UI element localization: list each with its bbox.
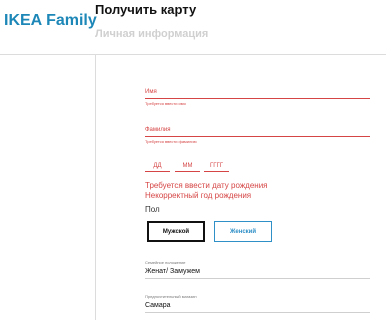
birth-month-underline <box>175 171 200 172</box>
marital-status-select[interactable]: Семейное положение Женат/ Замужем <box>145 260 370 279</box>
preferred-store-select[interactable]: Предпочтительный магазин Самара <box>145 294 370 313</box>
birth-day-placeholder: ДД <box>153 163 162 169</box>
marital-status-label: Семейное положение <box>145 260 186 265</box>
page-title: Получить карту <box>95 2 197 17</box>
preferred-store-label: Предпочтительный магазин <box>145 294 197 299</box>
first-name-field[interactable]: Имя Требуется ввести имя <box>145 88 370 107</box>
section-title: Личная информация <box>95 28 209 40</box>
birth-date-error-invalid: Некорректный год рождения <box>145 191 252 200</box>
header-divider <box>0 54 386 55</box>
preferred-store-value[interactable]: Самара <box>145 301 370 311</box>
birth-month-input[interactable]: ММ <box>175 162 200 174</box>
sidebar-divider <box>95 54 96 320</box>
marital-status-value[interactable]: Женат/ Замужем <box>145 267 370 277</box>
gender-label: Пол <box>145 205 160 214</box>
brand-logo-text: IKEA Family <box>4 12 97 29</box>
first-name-label: Имя <box>145 89 157 95</box>
last-name-input[interactable] <box>145 136 370 137</box>
first-name-input[interactable] <box>145 98 370 99</box>
gender-male-button[interactable]: Мужской <box>147 221 205 242</box>
gender-female-button[interactable]: Женский <box>214 221 272 242</box>
last-name-field[interactable]: Фамилия Требуется ввести фамилию <box>145 126 370 145</box>
birth-day-underline <box>145 171 170 172</box>
birth-year-placeholder: ГГГГ <box>210 163 223 169</box>
first-name-error: Требуется ввести имя <box>145 101 186 106</box>
birth-year-underline <box>204 171 229 172</box>
birth-year-input[interactable]: ГГГГ <box>204 162 229 174</box>
last-name-error: Требуется ввести фамилию <box>145 139 197 144</box>
birth-date-error-required: Требуется ввести дату рождения <box>145 181 268 190</box>
last-name-label: Фамилия <box>145 127 171 133</box>
birth-month-placeholder: ММ <box>182 163 193 169</box>
marital-status-underline <box>145 278 370 279</box>
birth-date-errors: Требуется ввести дату рождения Некоррект… <box>145 181 268 201</box>
birth-day-input[interactable]: ДД <box>145 162 170 174</box>
preferred-store-underline <box>145 312 370 313</box>
